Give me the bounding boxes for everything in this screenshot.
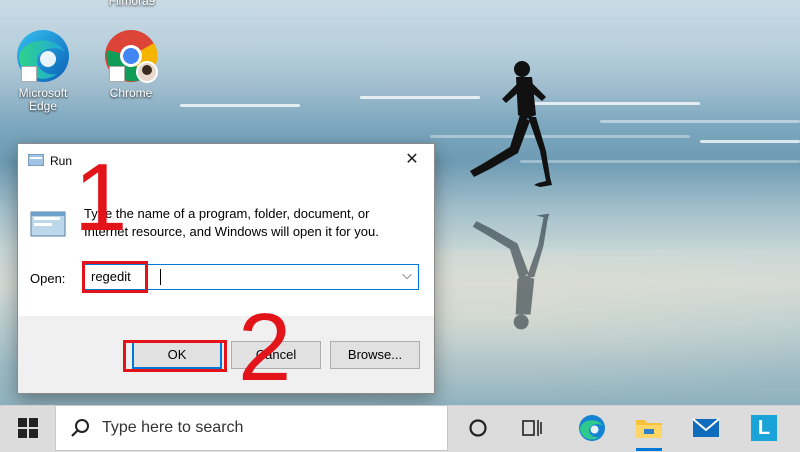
desktop-icon-label: Filmora9 <box>108 0 156 8</box>
browse-button[interactable]: Browse... <box>330 341 420 369</box>
task-view-icon <box>522 420 542 436</box>
desktop-icon-label: Edge <box>28 99 58 113</box>
cortana-icon <box>469 419 487 437</box>
step-number-2: 2 <box>238 294 292 401</box>
desktop-icon-edge[interactable]: Microsoft Edge <box>3 28 83 114</box>
windows-start-icon <box>17 418 38 438</box>
app-l-letter: L <box>757 417 771 439</box>
search-icon <box>71 419 89 437</box>
desktop-icon-chrome[interactable]: Chrome <box>91 28 171 101</box>
step-number-1: 1 <box>74 144 128 251</box>
shortcut-arrow-icon <box>109 66 125 82</box>
shortcut-arrow-icon <box>21 66 37 82</box>
start-button[interactable] <box>0 405 55 451</box>
taskbar-edge-button[interactable] <box>570 405 614 451</box>
run-icon <box>28 154 44 166</box>
highlight-ok-button <box>123 340 227 372</box>
open-label: Open: <box>30 271 66 286</box>
taskbar-file-explorer-button[interactable] <box>627 405 671 451</box>
runner-silhouette <box>470 61 552 187</box>
mail-icon <box>692 418 720 437</box>
close-icon: ✕ <box>405 151 419 168</box>
dialog-title: Run <box>50 154 73 168</box>
task-view-button[interactable] <box>512 405 552 451</box>
chevron-down-icon[interactable]: ⌵ <box>402 267 412 283</box>
desktop-icon-label: Chrome <box>109 86 153 100</box>
desktop-icon-filmora[interactable]: Filmora9 <box>92 0 172 9</box>
search-placeholder: Type here to search <box>102 419 244 436</box>
taskbar-app-l-button[interactable]: L <box>742 405 786 451</box>
cortana-button[interactable] <box>458 405 498 451</box>
close-button[interactable]: ✕ <box>390 144 434 176</box>
taskbar-search-box[interactable]: Type here to search <box>55 405 448 451</box>
dialog-description: Type the name of a program, folder, docu… <box>84 206 379 239</box>
text-caret <box>160 269 161 285</box>
highlight-open-input <box>82 261 148 293</box>
app-l-icon: L <box>751 415 777 441</box>
taskbar-mail-button[interactable] <box>684 405 728 451</box>
edge-icon <box>579 415 605 441</box>
file-explorer-icon <box>636 420 662 438</box>
run-program-icon <box>30 211 66 237</box>
runner-reflection <box>472 213 550 330</box>
